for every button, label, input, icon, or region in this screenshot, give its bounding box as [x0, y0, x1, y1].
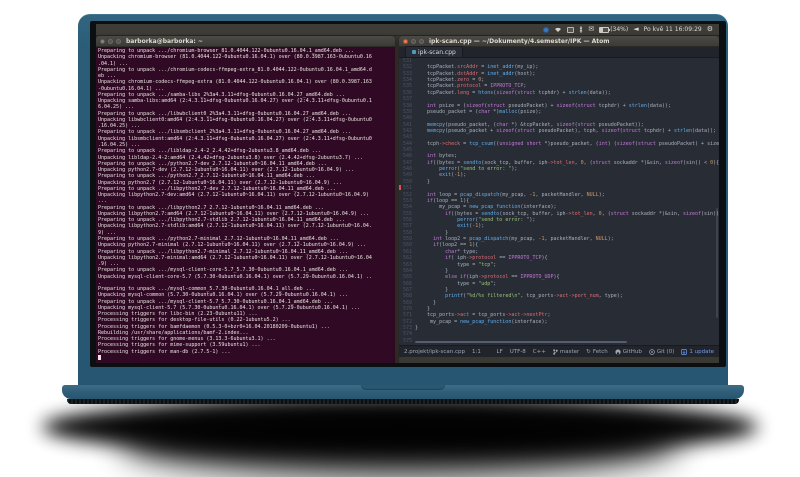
terminal-line: Unpacking libwbclient0:amd64 (2:4.3.11+d…: [98, 116, 372, 123]
terminal-cursor-line: [98, 355, 393, 361]
terminal-line: Unpacking samba-libs:amd64 (2:4.3.11+dfs…: [98, 98, 372, 105]
close-icon[interactable]: [100, 38, 105, 44]
atom-title: ipk-scan.cpp — ~/Dokumenty/4.semester/IP…: [429, 37, 610, 45]
terminal-window: barborka@barborka: ~ Preparing to unpack…: [96, 36, 395, 363]
terminal-line: Preparing to unpack .../libsmbclient_2%3…: [98, 129, 351, 136]
terminal-line: Unpacking chromium-codecs-ffmpeg-extra (…: [98, 79, 372, 86]
status-grammar[interactable]: C++: [533, 349, 546, 355]
status-encoding[interactable]: UTF-8: [510, 349, 526, 355]
laptop-shadow: [42, 398, 758, 456]
git-icon: [649, 348, 655, 355]
status-git[interactable]: Git (0): [649, 348, 674, 355]
github-icon: [615, 348, 621, 355]
status-line-ending[interactable]: LF: [497, 349, 503, 355]
status-github[interactable]: GitHub: [615, 349, 642, 355]
input-indicator-icon[interactable]: [543, 26, 550, 33]
close-icon[interactable]: [403, 38, 408, 44]
horizontal-scrollbar[interactable]: [415, 341, 627, 343]
atom-window: ipk-scan.cpp — ~/Dokumenty/4.semester/IP…: [399, 36, 719, 363]
terminal-line: Unpacking libsmbclient:amd64 (2:4.3.11+d…: [98, 135, 372, 142]
cpp-file-icon: [412, 50, 416, 54]
terminal-line: Unpacking libldap-2.4-2:amd64 (2.4.42+df…: [98, 154, 363, 161]
status-cursor-position[interactable]: 1:1: [472, 349, 481, 355]
sync-icon: ↻: [586, 348, 591, 355]
terminal-title: barborka@barborka: ~: [126, 37, 203, 45]
laptop-mockup: ✉ (34%) ◄ Po kvě 11 16:09:29 ⚙ barborka@…: [0, 0, 800, 477]
terminal-line: Preparing to unpack .../libwbclient0_2%3…: [98, 110, 351, 117]
atom-tab-bar: ipk-scan.cpp: [399, 46, 719, 58]
keyboard-icon[interactable]: [567, 26, 575, 33]
terminal-line: Unpacking libpython2.7-stdlib:amd64 (2.7…: [98, 223, 372, 230]
status-file-path: 2.projekt/ipk-scan.cpp: [404, 348, 466, 355]
ubuntu-desktop: ✉ (34%) ◄ Po kvě 11 16:09:29 ⚙ barborka@…: [96, 24, 719, 363]
terminal-titlebar[interactable]: barborka@barborka: ~: [96, 36, 395, 47]
mail-icon[interactable]: ✉: [588, 26, 594, 33]
package-icon: [681, 348, 688, 355]
code-editor[interactable]: 531 532 tcpPacket.srcAddr = inet_addr(my_…: [399, 58, 719, 345]
maximize-icon[interactable]: [116, 38, 121, 44]
session-gear-icon[interactable]: ⚙: [707, 26, 713, 33]
clock[interactable]: Po kvě 11 16:09:29: [644, 26, 702, 33]
gutter-marker: [399, 185, 401, 190]
minimize-icon[interactable]: [108, 38, 113, 44]
top-panel: ✉ (34%) ◄ Po kvě 11 16:09:29 ⚙: [96, 24, 719, 36]
atom-status-bar: 2.projekt/ipk-scan.cpp 1:1 LF UTF-8 C++ …: [399, 345, 719, 357]
status-git-branch[interactable]: master: [553, 349, 579, 355]
line-number: 575: [402, 337, 412, 344]
terminal-line: Unpacking mysql-client-core-5.7 (5.7.30-…: [98, 273, 372, 280]
terminal-cursor: [98, 355, 101, 361]
wifi-icon[interactable]: [554, 26, 562, 33]
terminal-line: Unpacking chromium-browser (81.0.4044.12…: [98, 54, 372, 61]
terminal-line: Unpacking python2.7-minimal (2.7.12-1ubu…: [98, 242, 366, 249]
minimize-icon[interactable]: [411, 38, 416, 44]
terminal-line: Preparing to unpack .../chromium-codecs-…: [98, 66, 372, 73]
maximize-icon[interactable]: [419, 38, 424, 44]
branch-icon: [553, 348, 558, 355]
battery-percent: (34%): [610, 25, 629, 33]
status-update[interactable]: 1 update: [681, 349, 714, 355]
laptop-base-notch: [361, 385, 445, 390]
vertical-scrollbar[interactable]: [716, 208, 718, 318]
terminal-line: Unpacking libpython2.7-dev:amd64 (2.7.12…: [98, 192, 369, 199]
battery-icon[interactable]: (34%): [599, 25, 629, 33]
bluetooth-icon[interactable]: [579, 26, 583, 33]
terminal-line: Unpacking libpython2.7-minimal:amd64 (2.…: [98, 254, 372, 261]
volume-icon[interactable]: ◄: [633, 26, 638, 33]
tab-label: ipk-scan.cpp: [418, 48, 456, 56]
terminal-output[interactable]: Preparing to unpack .../chromium-browser…: [96, 47, 395, 363]
laptop-base-vents: [67, 399, 739, 404]
status-fetch[interactable]: ↻ Fetch: [586, 349, 608, 355]
tab-ipk-scan[interactable]: ipk-scan.cpp: [405, 46, 463, 57]
